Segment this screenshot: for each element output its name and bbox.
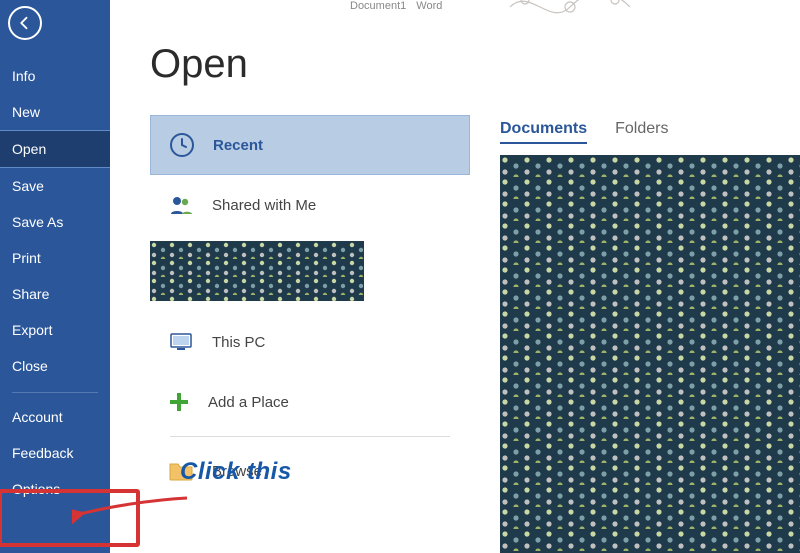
nav-label: Info: [12, 68, 35, 84]
location-shared[interactable]: Shared with Me: [150, 175, 470, 235]
nav-label: Open: [12, 141, 46, 157]
nav-feedback[interactable]: Feedback: [0, 435, 110, 471]
decorative-pattern-icon: [150, 241, 364, 301]
location-recent[interactable]: Recent: [150, 115, 470, 175]
doc-name: Document1: [350, 0, 406, 10]
clock-icon: [169, 132, 195, 158]
nav-label: Print: [12, 250, 41, 266]
location-label: Add a Place: [208, 394, 289, 411]
nav-export[interactable]: Export: [0, 312, 110, 348]
tab-label: Folders: [615, 120, 668, 137]
location-label: This PC: [212, 334, 265, 351]
location-divider: [170, 436, 450, 437]
nav-label: Options: [12, 481, 60, 497]
back-arrow-icon: [16, 14, 34, 32]
nav-account[interactable]: Account: [0, 399, 110, 435]
tab-label: Documents: [500, 120, 587, 137]
nav-close[interactable]: Close: [0, 348, 110, 384]
nav-label: Share: [12, 286, 49, 302]
nav-share[interactable]: Share: [0, 276, 110, 312]
location-label: Shared with Me: [212, 197, 316, 214]
folder-icon: [168, 460, 194, 482]
page-title: Open: [150, 42, 800, 87]
thispc-icon: [168, 329, 194, 355]
nav-open[interactable]: Open: [0, 130, 110, 168]
people-icon: [168, 192, 194, 218]
location-thispc[interactable]: This PC: [150, 312, 470, 372]
add-icon: [168, 391, 190, 413]
recent-preview: [500, 155, 800, 553]
location-addplace[interactable]: Add a Place: [150, 372, 470, 432]
backstage-sidebar: Info New Open Save Save As Print Share E…: [0, 0, 110, 553]
nav-label: Account: [12, 409, 63, 425]
nav-options[interactable]: Options: [0, 471, 110, 507]
back-button[interactable]: [8, 6, 42, 40]
nav-label: Feedback: [12, 445, 73, 461]
nav-label: Save: [12, 178, 44, 194]
nav-label: New: [12, 104, 40, 120]
nav-saveas[interactable]: Save As: [0, 204, 110, 240]
recent-tabs: Documents Folders: [500, 120, 668, 144]
swirl-decoration-icon: [500, 0, 640, 22]
nav-label: Close: [12, 358, 48, 374]
tab-documents[interactable]: Documents: [500, 120, 587, 144]
decorative-pattern-icon: [500, 155, 800, 553]
location-list: Recent Shared with Me This PC Add a Plac…: [150, 115, 470, 501]
nav-save[interactable]: Save: [0, 168, 110, 204]
nav-label: Save As: [12, 214, 63, 230]
nav-label: Export: [12, 322, 52, 338]
nav-separator: [12, 392, 98, 393]
location-label: Recent: [213, 137, 263, 154]
nav-print[interactable]: Print: [0, 240, 110, 276]
app-name: Word: [416, 0, 442, 10]
nav-info[interactable]: Info: [0, 58, 110, 94]
tab-folders[interactable]: Folders: [615, 120, 668, 144]
main-area: Document1 Word Open Recent Shared with M…: [110, 0, 800, 553]
nav-new[interactable]: New: [0, 94, 110, 130]
nav-list: Info New Open Save Save As Print Share E…: [0, 58, 110, 507]
location-label: Browse: [212, 463, 262, 480]
location-browse[interactable]: Browse: [150, 441, 470, 501]
